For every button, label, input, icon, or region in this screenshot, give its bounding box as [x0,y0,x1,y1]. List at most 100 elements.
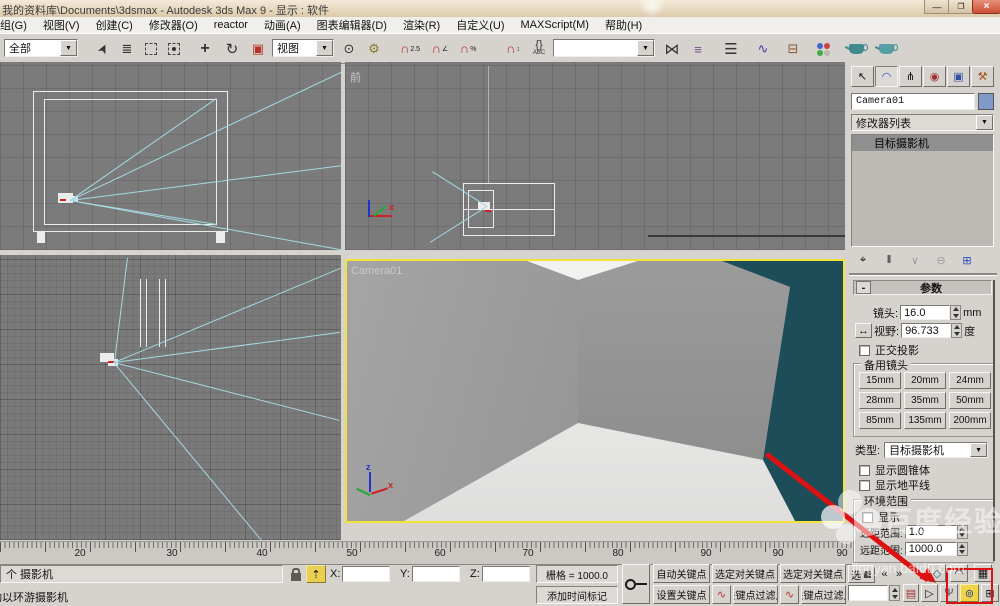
schematic-view-button[interactable]: ⊟ [782,38,804,60]
key-filters-button[interactable]: 关键点过滤点 [733,585,778,604]
lens-preset-85mm[interactable]: 85mm [859,412,901,429]
lens-preset-35mm[interactable]: 35mm [904,392,946,409]
snap-toggle-button[interactable]: ∩2.5 [396,38,424,60]
curve-editor-button[interactable]: ∿ [752,38,774,60]
tab-utilities[interactable]: ⚒ [971,66,994,87]
menu-item-modifiers[interactable]: 修改器(O) [141,17,206,33]
select-manipulate-button[interactable]: ⚙ [363,38,385,60]
select-move-button[interactable]: + [194,38,216,60]
time-spinner[interactable] [889,585,900,601]
viewport-label-front[interactable]: 前 [350,69,361,85]
chevron-down-icon[interactable]: ▼ [316,40,333,56]
lens-preset-24mm[interactable]: 24mm [949,372,991,389]
percent-snap-button[interactable]: ∩% [455,38,481,60]
object-name-field[interactable]: Camera01 [851,93,975,110]
material-editor-button[interactable] [812,38,834,60]
time-configuration-button[interactable]: ▤ [903,584,919,602]
key-filters-button[interactable]: 关键点过滤点 [801,585,846,604]
lens-preset-200mm[interactable]: 200mm [949,412,991,429]
modifier-list-dropdown[interactable]: 修改器列表 ▼ [851,114,994,131]
modifier-stack[interactable]: 目标摄影机 [851,134,994,247]
select-rotate-button[interactable]: ↻ [221,38,243,60]
chevron-down-icon[interactable]: ▼ [60,40,77,56]
key-filter-curve-button[interactable]: ∿ [780,585,799,604]
fov-field[interactable]: 96.733 [901,323,951,338]
viewport-camera[interactable]: Camera01 z x [347,261,843,521]
show-horizon-checkbox[interactable] [859,480,870,491]
next-frame-button[interactable]: » [892,565,906,583]
previous-frame-button[interactable]: « [878,565,891,583]
tab-motion[interactable]: ◉ [923,66,946,87]
tab-display[interactable]: ▣ [947,66,970,87]
auto-key-button[interactable]: 自动关键点 [653,564,710,583]
layer-manager-button[interactable]: ☰ [720,38,742,60]
lens-preset-28mm[interactable]: 28mm [859,392,901,409]
select-object-button[interactable]: ➤ [92,38,114,60]
show-cone-checkbox[interactable] [859,465,870,476]
z-coordinate-field[interactable] [482,566,530,582]
align-button[interactable]: ≡ [687,38,709,60]
lens-preset-15mm[interactable]: 15mm [859,372,901,389]
current-time-field[interactable] [848,585,888,601]
close-button[interactable]: × [972,0,1000,14]
menu-item-reactor[interactable]: reactor [206,19,256,31]
lens-spinner[interactable] [950,305,961,320]
menu-item-create[interactable]: 创建(C) [88,17,141,33]
near-range-spinner[interactable] [957,525,968,539]
coord-system-dropdown[interactable]: 视图 ▼ [272,39,334,57]
chevron-down-icon[interactable]: ▼ [970,443,987,457]
track-bar[interactable] [0,541,852,565]
configure-modifier-sets-button[interactable]: ⊞ [957,252,977,269]
key-mode-toggle-button[interactable]: 选 ▦ [848,565,875,583]
spinner-snap-button[interactable]: ∩↕ [500,38,526,60]
quick-render-button[interactable] [875,38,897,60]
lens-preset-50mm[interactable]: 50mm [949,392,991,409]
absolute-mode-toggle[interactable]: ⇡ [306,565,326,583]
window-crossing-button[interactable] [163,38,185,60]
collapse-button[interactable]: - [856,281,871,294]
remove-modifier-button[interactable]: ⊖ [931,252,951,269]
set-key-button[interactable]: 设置关键点 [653,585,710,604]
lens-field[interactable]: 16.0 [900,305,950,320]
x-coordinate-field[interactable] [342,566,390,582]
object-color-swatch[interactable] [978,93,994,110]
selected-keys-dropdown[interactable]: 选定对关键点 [780,564,846,583]
make-unique-button[interactable]: ∨ [905,252,925,269]
select-by-name-button[interactable]: ≣ [116,38,138,60]
select-scale-button[interactable]: ▣ [247,38,269,60]
ortho-checkbox[interactable] [859,345,870,356]
far-range-spinner[interactable] [957,542,968,556]
selection-filter-dropdown[interactable]: 全部 ▼ [4,39,78,57]
menu-item-rendering[interactable]: 渲染(R) [395,17,448,33]
lens-preset-135mm[interactable]: 135mm [904,412,946,429]
tab-hierarchy[interactable]: ⋔ [899,66,922,87]
selected-keys-dropdown[interactable]: 选定对关键点 [712,564,778,583]
camera-type-dropdown[interactable]: 目标摄影机 ▼ [884,442,988,458]
menu-item-animation[interactable]: 动画(A) [256,17,309,33]
named-selection-dropdown[interactable]: ▼ [553,39,655,57]
menu-item-views[interactable]: 视图(V) [35,17,88,33]
far-range-field[interactable]: 1000.0 [905,542,957,556]
rectangular-selection-button[interactable] [140,38,162,60]
stack-item-target-camera[interactable]: 目标摄影机 [852,135,993,151]
angle-snap-button[interactable]: ∩∠ [427,38,453,60]
menu-item-graph-editors[interactable]: 图表编辑器(D) [309,17,395,33]
viewport-front[interactable]: 前 x [345,62,845,250]
selection-lock-button[interactable] [287,565,304,583]
menu-item-maxscript[interactable]: MAXScript(M) [513,19,597,31]
y-coordinate-field[interactable] [412,566,460,582]
fov-direction-button[interactable]: ↔ [855,323,872,338]
viewport-bottom-left[interactable] [0,255,341,540]
render-setup-button[interactable] [845,38,867,60]
menu-item-group[interactable]: 组(G) [0,17,35,33]
fov-spinner[interactable] [951,323,962,338]
set-key-mode-button[interactable] [622,564,650,604]
tab-modify[interactable]: ◠ [875,66,898,87]
tab-create[interactable]: ↖ [851,66,874,87]
minimize-button[interactable]: — [924,0,950,14]
mirror-button[interactable]: ⋈ [661,38,683,60]
show-end-result-button[interactable]: ‖ [879,252,899,269]
parameters-rollout-header[interactable]: - 参数 [853,280,992,295]
viewport-label-camera[interactable]: Camera01 [351,265,402,277]
pin-stack-button[interactable]: ⌖ [853,252,873,269]
